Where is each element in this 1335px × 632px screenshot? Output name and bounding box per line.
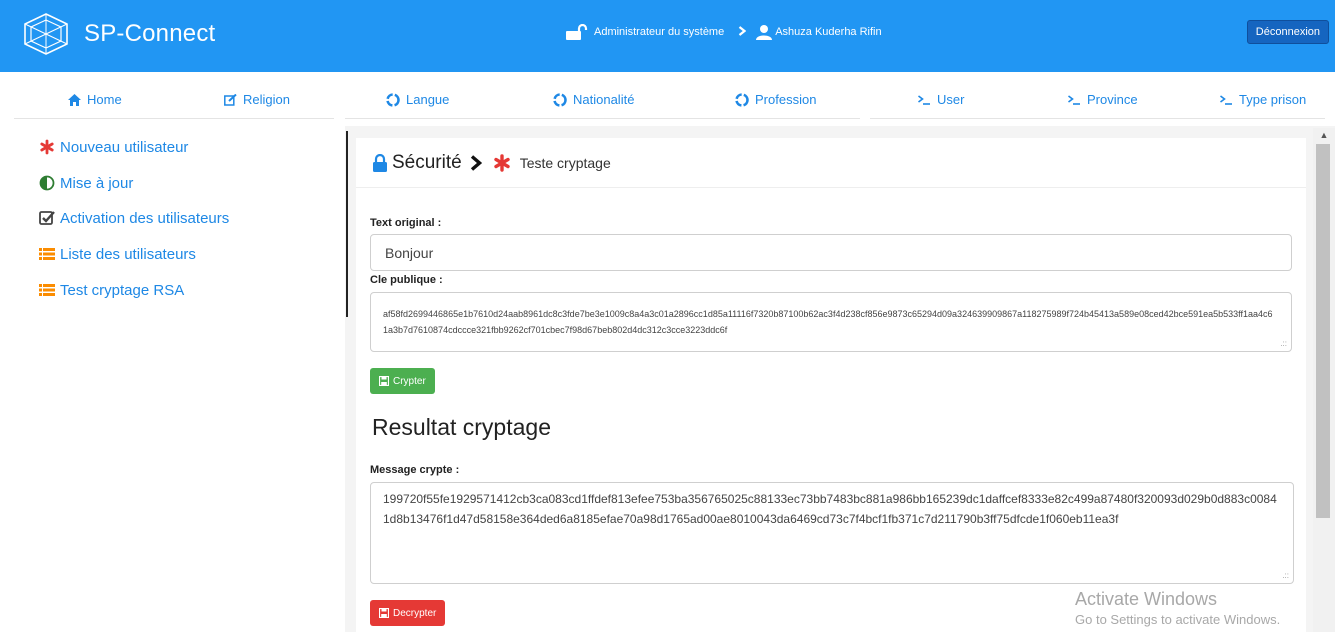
sidebar-item-update[interactable]: Mise à jour <box>38 174 133 192</box>
sidebar-item-user-list[interactable]: Liste des utilisateurs <box>38 245 196 263</box>
sidebar-item-new-user[interactable]: Nouveau utilisateur <box>38 138 188 156</box>
nav-label: Profession <box>755 92 817 107</box>
chevron-right-icon <box>738 25 747 39</box>
header-breadcrumb: Administrateur du système Ashuza Kuderha… <box>566 24 882 40</box>
save-icon <box>379 608 389 618</box>
result-title: Resultat cryptage <box>372 414 551 440</box>
role-label: Administrateur du système <box>594 26 725 38</box>
nav-label: Langue <box>406 92 450 107</box>
sidebar-divider <box>346 131 348 317</box>
chevron-right-icon <box>470 154 482 171</box>
brand[interactable]: SP-Connect <box>22 12 215 56</box>
sidebar-item-label: Liste des utilisateurs <box>60 245 196 263</box>
sidebar: Nouveau utilisateur Mise à jour Activati… <box>0 126 345 632</box>
original-text-input[interactable]: Bonjour <box>370 234 1292 271</box>
recycle-icon <box>735 92 749 107</box>
decrypt-button[interactable]: Decrypter <box>370 600 446 626</box>
original-text-label: Text original : <box>370 217 442 229</box>
edit-icon <box>224 93 237 106</box>
asterisk-icon <box>38 138 56 156</box>
nav-label: User <box>937 92 965 107</box>
logo-icon <box>22 12 70 56</box>
nav-underline <box>345 118 860 119</box>
encrypt-button[interactable]: Crypter <box>370 368 435 394</box>
user-name: Ashuza Kuderha Rifin <box>775 26 882 38</box>
sidebar-item-rsa-test[interactable]: Test cryptage RSA <box>38 281 184 299</box>
half-circle-icon <box>38 174 56 192</box>
asterisk-icon <box>492 153 512 173</box>
panel-breadcrumb: Sécurité Teste cryptage <box>356 138 1306 188</box>
page-title: Sécurité <box>392 151 462 173</box>
lock-icon <box>372 153 388 172</box>
encrypted-message-value: 199720f55fe1929571412cb3ca083cd1ffdef813… <box>383 492 1277 526</box>
list-icon <box>38 245 56 263</box>
home-icon <box>68 93 81 106</box>
nav-label: Nationalité <box>573 92 635 107</box>
sidebar-item-label: Nouveau utilisateur <box>60 138 189 156</box>
nav-label: Type prison <box>1239 92 1307 107</box>
check-square-icon <box>38 209 56 227</box>
logout-button[interactable]: Déconnexion <box>1246 20 1329 44</box>
activation-watermark-title: Activate Windows <box>1075 589 1218 609</box>
nav-label: Religion <box>243 92 290 107</box>
save-icon <box>379 376 389 386</box>
public-key-label: Cle publique : <box>370 274 443 286</box>
top-bar: SP-Connect Administrateur du système Ash… <box>0 0 1335 72</box>
nav-underline <box>870 118 1325 119</box>
brand-name: SP-Connect <box>84 20 216 47</box>
nav-nationalite[interactable]: Nationalité <box>553 92 634 107</box>
terminal-icon <box>1220 94 1233 105</box>
nav-label: Province <box>1087 92 1138 107</box>
terminal-icon <box>918 94 931 105</box>
sidebar-item-activation[interactable]: Activation des utilisateurs <box>38 209 229 227</box>
encrypt-label: Crypter <box>393 375 426 387</box>
nav-type-prison[interactable]: Type prison <box>1220 92 1306 107</box>
encrypted-message-textarea[interactable]: 199720f55fe1929571412cb3ca083cd1ffdef813… <box>370 482 1294 584</box>
scroll-thumb[interactable] <box>1316 144 1330 518</box>
resize-grip-icon[interactable]: .:: <box>1282 571 1289 580</box>
nav-religion[interactable]: Religion <box>224 92 290 107</box>
sidebar-item-label: Activation des utilisateurs <box>60 209 230 227</box>
recycle-icon <box>553 92 567 107</box>
list-icon <box>38 281 56 299</box>
page-subtitle: Teste cryptage <box>519 154 611 171</box>
sidebar-item-label: Test cryptage RSA <box>60 281 185 299</box>
terminal-icon <box>1068 94 1081 105</box>
scroll-up-icon[interactable]: ▲ <box>1313 128 1335 142</box>
nav-langue[interactable]: Langue <box>386 92 449 107</box>
public-key-value: af58fd2699446865e1b7610d24aab8961dc8c3fd… <box>383 309 1273 335</box>
original-text-value: Bonjour <box>385 245 434 261</box>
unlock-icon <box>566 24 588 40</box>
nav-user[interactable]: User <box>918 92 964 107</box>
main-panel: Sécurité Teste cryptage Text original : … <box>356 138 1306 632</box>
sidebar-item-label: Mise à jour <box>60 174 134 192</box>
nav-profession[interactable]: Profession <box>735 92 816 107</box>
decrypt-label: Decrypter <box>393 607 437 619</box>
user-icon <box>756 24 773 40</box>
activation-watermark-text: Go to Settings to activate Windows. <box>1075 612 1281 627</box>
encrypted-message-label: Message crypte : <box>370 464 460 476</box>
main-nav: Home Religion Langue Nationalité Profess… <box>0 72 1335 126</box>
recycle-icon <box>386 92 400 107</box>
nav-label: Home <box>87 92 122 107</box>
nav-underline <box>14 118 334 119</box>
nav-province[interactable]: Province <box>1068 92 1138 107</box>
nav-home[interactable]: Home <box>68 92 122 107</box>
public-key-textarea[interactable]: af58fd2699446865e1b7610d24aab8961dc8c3fd… <box>370 292 1292 352</box>
resize-grip-icon[interactable]: .:: <box>1280 339 1287 348</box>
